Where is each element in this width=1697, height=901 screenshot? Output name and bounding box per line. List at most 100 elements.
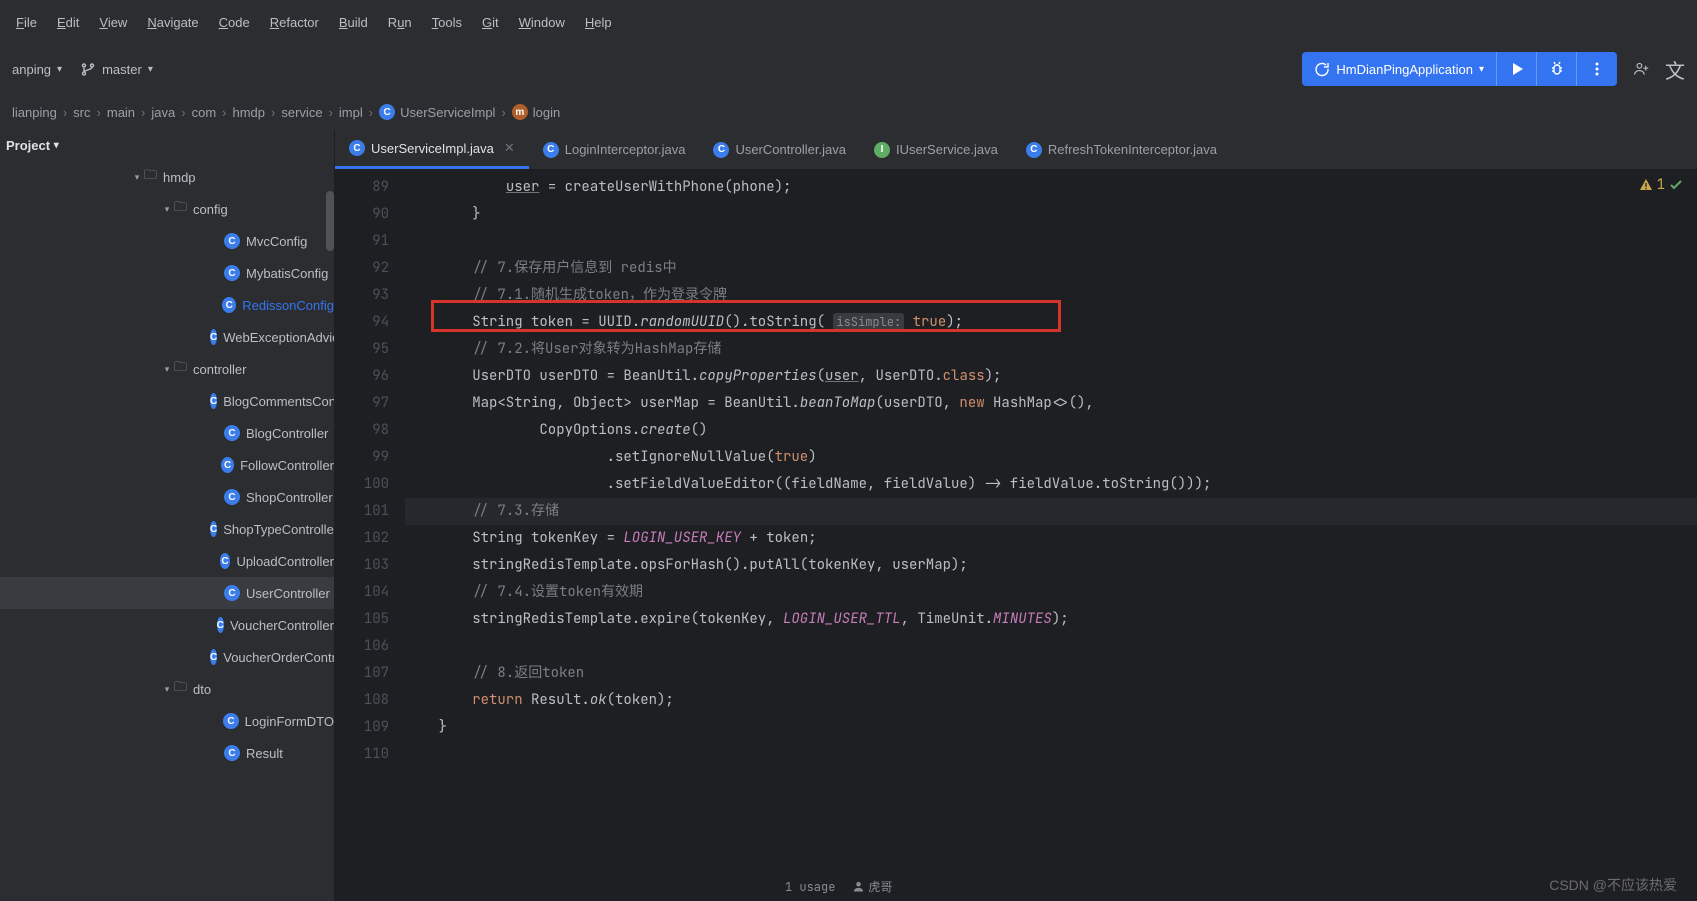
class-icon: C <box>210 649 217 665</box>
menu-run[interactable]: Run <box>378 9 422 36</box>
menu-code[interactable]: Code <box>209 9 260 36</box>
kebab-icon <box>1595 62 1599 76</box>
run-config-selector[interactable]: HmDianPingApplication ▾ <box>1302 52 1497 86</box>
menu-refactor[interactable]: Refactor <box>260 9 329 36</box>
project-tool-window: Project ▾ ▾ 🗀 hmdp ▾🗀configCMvcConfigCMybat… <box>0 130 335 901</box>
crumb[interactable]: mlogin <box>512 104 560 120</box>
more-run-button[interactable] <box>1577 52 1617 86</box>
close-icon[interactable]: ✕ <box>504 140 515 156</box>
folder-icon: 🗀 <box>174 198 187 220</box>
editor-tab[interactable]: IIUserService.java <box>860 130 1012 169</box>
author-icon <box>853 881 864 892</box>
code-editor[interactable]: 8990919293949596979899100101102103104105… <box>335 170 1697 901</box>
tree-item[interactable]: CVoucherOrderController <box>0 641 334 673</box>
class-icon: C <box>224 585 240 601</box>
project-tree[interactable]: ▾🗀hmdp▾🗀configCMvcConfigCMybatisConfigCR… <box>0 161 334 901</box>
tree-item[interactable]: CMvcConfig <box>0 225 334 257</box>
check-icon <box>1669 178 1683 192</box>
tree-item[interactable]: CBlogController <box>0 417 334 449</box>
tree-item[interactable]: ▾🗀dto <box>0 673 334 705</box>
bug-icon <box>1549 61 1565 77</box>
gutter: 8990919293949596979899100101102103104105… <box>335 170 405 901</box>
tree-item-label: hmdp <box>163 170 196 185</box>
editor-tab[interactable]: CLoginInterceptor.java <box>529 130 700 169</box>
inspection-indicator[interactable]: 1 <box>1639 176 1683 194</box>
tree-item[interactable]: CVoucherController <box>0 609 334 641</box>
crumb[interactable]: src <box>73 105 90 120</box>
usages-hint[interactable]: 1 usage <box>785 878 835 895</box>
branch-name: master <box>102 62 142 77</box>
editor-tab[interactable]: CUserServiceImpl.java✕ <box>335 130 529 169</box>
tree-item[interactable]: C BlogCommentsController <box>0 385 334 417</box>
tree-item[interactable]: ▾🗀controller <box>0 353 334 385</box>
menu-build[interactable]: Build <box>329 9 378 36</box>
debug-button[interactable] <box>1537 52 1577 86</box>
scrollbar-thumb[interactable] <box>326 191 334 251</box>
play-icon <box>1510 62 1524 76</box>
tree-item[interactable]: CMybatisConfig <box>0 257 334 289</box>
tree-item-label: WebExceptionAdvice <box>223 330 334 345</box>
crumb[interactable]: hmdp <box>233 105 266 120</box>
crumb[interactable]: impl <box>339 105 363 120</box>
crumb[interactable]: service <box>281 105 322 120</box>
tree-item[interactable]: CUserController <box>0 577 334 609</box>
twisty-icon: ▾ <box>160 684 174 695</box>
run-button[interactable] <box>1497 52 1537 86</box>
crumb[interactable]: main <box>107 105 135 120</box>
class-icon: C <box>224 233 240 249</box>
editor-tab[interactable]: CRefreshTokenInterceptor.java <box>1012 130 1231 169</box>
tree-item[interactable]: ▾🗀hmdp <box>0 161 334 193</box>
menu-help[interactable]: Help <box>575 9 622 36</box>
class-icon: C <box>224 425 240 441</box>
tree-item[interactable]: CFollowController <box>0 449 334 481</box>
tree-item-label: Result <box>246 746 283 761</box>
tree-item[interactable]: CUploadController <box>0 545 334 577</box>
menu-edit[interactable]: Edit <box>47 9 89 36</box>
tree-item-label: dto <box>193 682 211 697</box>
tree-item-label: LoginFormDTO <box>245 714 334 729</box>
tree-item[interactable]: CRedissonConfig <box>0 289 334 321</box>
menu-git[interactable]: Git <box>472 9 509 36</box>
crumb[interactable]: com <box>192 105 217 120</box>
breadcrumb-bar: lianping› src› main› java› com› hmdp› se… <box>0 94 1697 130</box>
tab-label: IUserService.java <box>896 142 998 157</box>
menu-navigate[interactable]: Navigate <box>137 9 208 36</box>
class-icon: C <box>1026 142 1042 158</box>
tree-item[interactable]: CResult <box>0 737 334 769</box>
menu-view[interactable]: View <box>89 9 137 36</box>
author-hint[interactable]: 虎哥 <box>853 878 892 895</box>
editor-tab[interactable]: CUserController.java <box>699 130 860 169</box>
folder-icon: 🗀 <box>144 166 157 188</box>
project-pane-header[interactable]: Project ▾ <box>0 130 334 161</box>
watermark: CSDN @不应该热爱 <box>1549 875 1677 895</box>
tree-item[interactable]: CWebExceptionAdvice <box>0 321 334 353</box>
tree-item-label: controller <box>193 362 246 377</box>
run-config-group: HmDianPingApplication ▾ <box>1302 52 1617 86</box>
code-with-me-button[interactable] <box>1633 61 1649 77</box>
tree-item[interactable]: CShopTypeController <box>0 513 334 545</box>
menu-window[interactable]: Window <box>509 9 575 36</box>
class-icon: C <box>224 265 240 281</box>
tree-item[interactable]: ▾🗀config <box>0 193 334 225</box>
class-icon: C <box>223 713 238 729</box>
menu-file[interactable]: File <box>6 9 47 36</box>
class-icon: C <box>713 142 729 158</box>
translate-button[interactable]: 文 <box>1665 55 1685 84</box>
crumb[interactable]: lianping <box>12 105 57 120</box>
tree-item-label: ShopTypeController <box>223 522 334 537</box>
tree-item[interactable]: C LoginFormDTO <box>0 705 334 737</box>
class-icon: C <box>543 142 559 158</box>
class-icon: C <box>224 489 240 505</box>
code-content[interactable]: user = createUserWithPhone(phone); } // … <box>405 170 1697 901</box>
git-branch-picker[interactable]: master ▾ <box>80 61 153 77</box>
editor-area: CUserServiceImpl.java✕CLoginInterceptor.… <box>335 130 1697 901</box>
tree-item-label: BlogCommentsController <box>223 394 334 409</box>
crumb[interactable]: java <box>151 105 175 120</box>
menu-tools[interactable]: Tools <box>422 9 472 36</box>
project-picker[interactable]: anping ▾ <box>12 62 62 77</box>
project-name: anping <box>12 62 51 77</box>
tree-item[interactable]: CShopController <box>0 481 334 513</box>
tree-item-label: VoucherController <box>230 618 334 633</box>
class-icon: C <box>210 393 217 409</box>
crumb[interactable]: CUserServiceImpl <box>379 104 495 120</box>
